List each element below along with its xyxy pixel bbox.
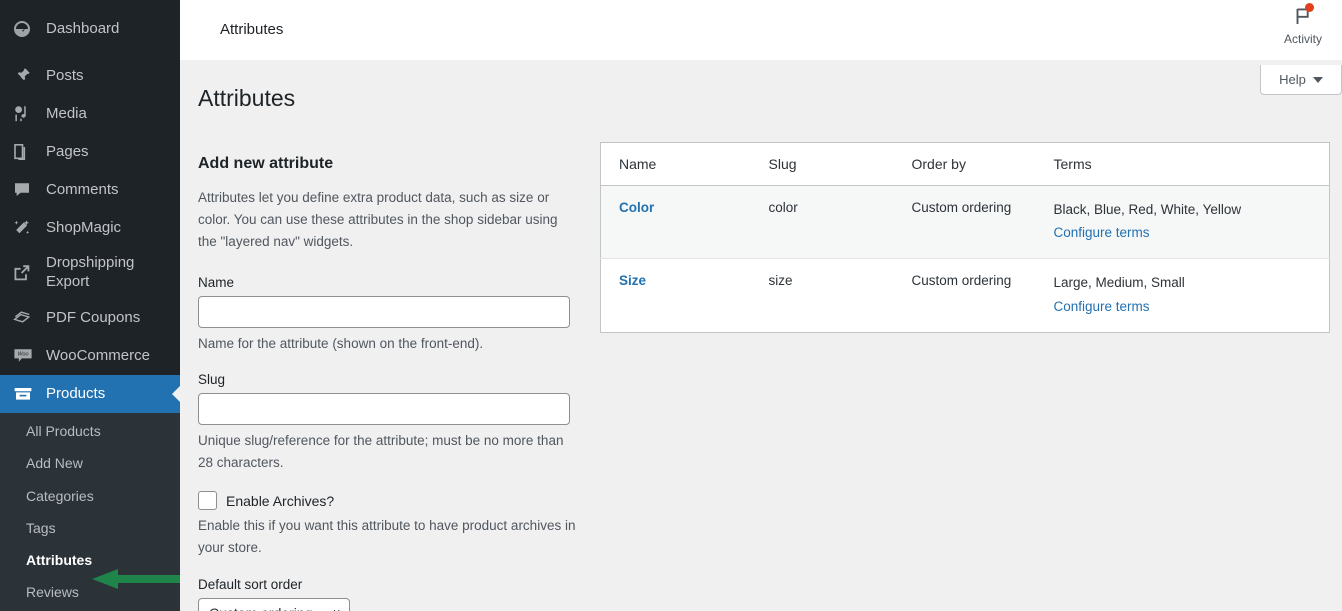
page-title: Attributes	[198, 85, 296, 111]
sidebar-item-shopmagic[interactable]: ShopMagic	[0, 209, 180, 247]
flag-icon	[1291, 3, 1315, 28]
column-header-slug[interactable]: Slug	[750, 142, 894, 186]
attribute-name-input[interactable]	[198, 295, 570, 328]
name-field-block: Name Name for the attribute (shown on th…	[198, 275, 578, 355]
sidebar-item-label: Pages	[46, 142, 89, 160]
default-sort-order-label: Default sort order	[198, 576, 303, 592]
svg-text:Woo: Woo	[17, 352, 28, 358]
sidebar-item-label: Dashboard	[46, 19, 120, 37]
enable-archives-checkbox[interactable]	[198, 491, 217, 511]
help-label: Help	[1279, 72, 1306, 87]
dashboard-icon	[12, 19, 38, 39]
sidebar-item-label: Comments	[46, 180, 119, 198]
submenu-item-all-products[interactable]: All Products	[0, 415, 180, 447]
sidebar-item-label: Dropshipping Export	[46, 254, 135, 290]
column-header-name[interactable]: Name	[600, 142, 751, 186]
default-sort-order-value: Custom ordering	[209, 605, 313, 611]
breadcrumb: Attributes	[220, 21, 284, 38]
row-order-by-cell: Custom ordering	[911, 273, 1012, 289]
sidebar-item-woocommerce[interactable]: Woo WooCommerce	[0, 337, 180, 375]
notification-dot	[1305, 3, 1314, 12]
attribute-link-size[interactable]: Size	[619, 273, 646, 288]
attribute-link-color[interactable]: Color	[619, 200, 654, 215]
sidebar-item-dashboard[interactable]: Dashboard	[0, 10, 180, 48]
help-button[interactable]: Help	[1260, 65, 1342, 95]
table-row: Size size Custom ordering Large, Medium,…	[601, 259, 1330, 332]
pages-icon	[12, 142, 38, 162]
column-header-order-by[interactable]: Order by	[893, 142, 1036, 186]
sidebar-item-label: ShopMagic	[46, 218, 122, 236]
row-slug-cell: color	[750, 185, 894, 260]
default-sort-order-select[interactable]: Custom ordering ∨	[198, 597, 350, 611]
submenu-item-reviews[interactable]: Reviews	[0, 576, 180, 608]
sidebar-item-dropshipping-export[interactable]: Dropshipping Export	[0, 247, 180, 299]
chevron-down-icon	[1312, 76, 1323, 83]
form-description: Attributes let you define extra product …	[198, 190, 558, 249]
sidebar-item-products[interactable]: Products	[0, 375, 180, 413]
submenu-item-add-new[interactable]: Add New	[0, 447, 180, 479]
sidebar-item-posts[interactable]: Posts	[0, 57, 180, 95]
sidebar-item-label: Media	[46, 104, 87, 122]
row-slug-cell: size	[768, 273, 793, 289]
slug-field-block: Slug Unique slug/reference for the attri…	[198, 372, 578, 473]
row-name-cell: Size	[601, 259, 751, 332]
name-hint: Name for the attribute (shown on the fro…	[198, 335, 484, 351]
row-terms-cell: Black, Blue, Red, White, Yellow Configur…	[1035, 185, 1330, 260]
slug-hint: Unique slug/reference for the attribute;…	[198, 433, 564, 470]
add-attribute-form: Add new attribute Attributes let you def…	[198, 155, 578, 611]
sidebar-item-media[interactable]: Media	[0, 95, 180, 133]
woo-icon: Woo	[12, 346, 38, 366]
wand-icon	[12, 218, 38, 238]
admin-sidebar: Dashboard Posts Media Pages Comments Sho…	[0, 0, 180, 611]
attributes-table: Name Slug Order by Terms Color color Cus…	[600, 142, 1330, 333]
top-bar: Attributes Activity	[180, 0, 1342, 60]
enable-archives-block: Enable Archives? Enable this if you want…	[198, 491, 578, 558]
enable-archives-label: Enable Archives?	[226, 492, 335, 509]
enable-archives-hint: Enable this if you want this attribute t…	[198, 518, 576, 555]
column-header-terms[interactable]: Terms	[1035, 142, 1330, 186]
activity-label: Activity	[1283, 32, 1322, 46]
sidebar-item-label: Products	[46, 384, 106, 402]
sidebar-item-pdf-coupons[interactable]: PDF Coupons	[0, 299, 180, 337]
row-order-by-cell: Custom ordering	[893, 185, 1036, 260]
products-submenu: All Products Add New Categories Tags Att…	[0, 413, 180, 611]
configure-terms-link[interactable]: Configure terms	[1054, 299, 1330, 314]
coupons-icon	[12, 308, 38, 328]
sidebar-item-comments[interactable]: Comments	[0, 171, 180, 209]
enable-archives-row[interactable]: Enable Archives?	[198, 491, 578, 511]
attribute-slug-input[interactable]	[198, 393, 570, 426]
row-name-cell: Color	[600, 185, 751, 260]
terms-list: Black, Blue, Red, White, Yellow	[1053, 202, 1242, 217]
configure-terms-link[interactable]: Configure terms	[1054, 225, 1330, 240]
row-terms-cell: Large, Medium, Small Configure terms	[1036, 259, 1330, 332]
name-label: Name	[198, 274, 235, 290]
submenu-item-categories[interactable]: Categories	[0, 480, 180, 512]
terms-list: Large, Medium, Small	[1053, 275, 1185, 291]
sidebar-item-label: PDF Coupons	[46, 308, 141, 326]
content-area: Help Attributes Add new attribute Attrib…	[180, 60, 1342, 611]
sidebar-item-pages[interactable]: Pages	[0, 133, 180, 171]
comments-icon	[12, 180, 38, 200]
form-heading: Add new attribute	[198, 155, 334, 172]
activity-button[interactable]: Activity	[1272, 3, 1334, 46]
table-header-row: Name Slug Order by Terms	[600, 142, 1330, 186]
sidebar-item-label: WooCommerce	[46, 346, 150, 364]
sidebar-divider	[0, 48, 180, 57]
slug-label: Slug	[198, 372, 226, 388]
products-icon	[12, 384, 38, 404]
sidebar-item-label: Posts	[46, 66, 84, 84]
external-link-icon	[12, 263, 38, 283]
submenu-item-attributes[interactable]: Attributes	[0, 544, 180, 576]
submenu-item-tags[interactable]: Tags	[0, 512, 180, 544]
media-icon	[12, 104, 38, 124]
chevron-down-icon: ∨	[332, 606, 341, 611]
pin-icon	[12, 66, 38, 86]
table-row: Color color Custom ordering Black, Blue,…	[600, 185, 1330, 260]
default-sort-order-block: Default sort order Custom ordering ∨	[198, 577, 578, 611]
